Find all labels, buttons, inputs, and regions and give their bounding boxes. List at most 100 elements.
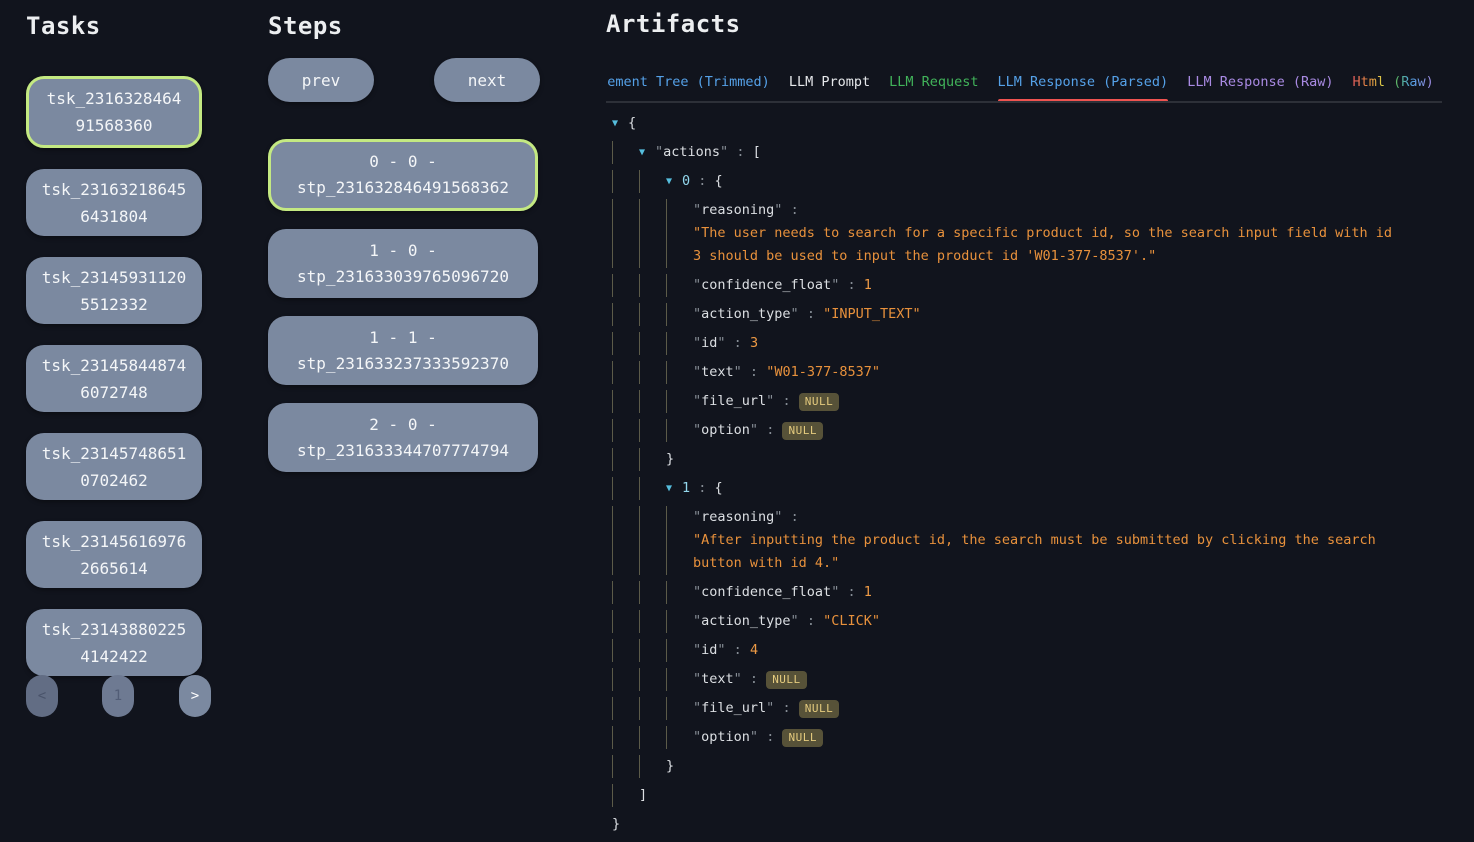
pagination-prev-button[interactable]: <: [26, 675, 58, 717]
json-row: ▼0 : {: [606, 170, 1446, 193]
task-button[interactable]: tsk_231632186456431804: [26, 169, 202, 236]
step-button[interactable]: 1 - 1 -stp_231633237333592370: [268, 316, 538, 385]
json-row-content: "action_type" : "CLICK": [693, 610, 1446, 633]
tasks-panel: Tasks tsk_231632846491568360 tsk_23163218…: [26, 12, 202, 697]
json-row-content: "file_url" : NULL: [693, 697, 1446, 720]
json-row: "text" : "W01-377-8537": [606, 361, 1446, 384]
artifacts-title: Artifacts: [606, 10, 1444, 38]
steps-panel: Steps prev next 0 - 0 -stp_2316328464915…: [268, 12, 540, 490]
indent-guide: [666, 726, 693, 749]
json-row: "confidence_float" : 1: [606, 274, 1446, 297]
json-tree-viewer: ▼{▼"actions" : [▼0 : {"reasoning" : "The…: [606, 112, 1446, 842]
json-string-value: "After inputting the product id, the sea…: [693, 529, 1393, 575]
pagination-next-button[interactable]: >: [179, 675, 211, 717]
json-key: action_type: [701, 613, 790, 629]
step-button[interactable]: 2 - 0 -stp_231633344707774794: [268, 403, 538, 472]
task-button[interactable]: tsk_231457486510702462: [26, 433, 202, 500]
tab-element-tree-trimmed[interactable]: Element Tree (Trimmed): [606, 74, 770, 90]
indent-guide: [612, 170, 639, 193]
indent-guide: [666, 506, 693, 575]
json-row: ]: [606, 784, 1446, 807]
json-row: "option" : NULL: [606, 726, 1446, 749]
json-row: "file_url" : NULL: [606, 697, 1446, 720]
collapse-arrow-icon[interactable]: ▼: [639, 141, 655, 164]
indent-guide: [612, 784, 639, 807]
task-button[interactable]: tsk_231456169762665614: [26, 521, 202, 588]
pagination-page-button[interactable]: 1: [102, 675, 134, 717]
json-key: text: [701, 671, 734, 687]
indent-guide: [612, 141, 639, 164]
indent-guide: [639, 332, 666, 355]
json-row: "text" : NULL: [606, 668, 1446, 691]
step-index-label: 0 - 0 -: [369, 149, 436, 175]
steps-title: Steps: [268, 12, 540, 40]
step-button[interactable]: 1 - 0 -stp_231633039765096720: [268, 229, 538, 298]
step-button[interactable]: 0 - 0 -stp_231632846491568362: [268, 139, 538, 211]
tab-llm-request[interactable]: LLM Request: [889, 74, 978, 90]
indent-guide: [639, 726, 666, 749]
tab-html-raw[interactable]: Html (Raw): [1353, 74, 1434, 90]
tab-llm-prompt[interactable]: LLM Prompt: [789, 74, 870, 90]
indent-guide: [612, 581, 639, 604]
json-row-content: ]: [639, 784, 1446, 807]
json-row-content: "action_type" : "INPUT_TEXT": [693, 303, 1446, 326]
step-id-label: stp_231633344707774794: [297, 438, 509, 464]
indent-guide: [639, 697, 666, 720]
json-row-content: "id" : 4: [693, 639, 1446, 662]
indent-guide: [612, 726, 639, 749]
json-row-content: "actions" : [: [655, 141, 1446, 164]
json-string-value: "The user needs to search for a specific…: [693, 222, 1393, 268]
indent-guide: [612, 390, 639, 413]
json-row: ▼1 : {: [606, 477, 1446, 500]
json-key: id: [701, 335, 717, 351]
indent-guide: [639, 448, 666, 471]
json-key: file_url: [701, 393, 766, 409]
json-row: "action_type" : "INPUT_TEXT": [606, 303, 1446, 326]
task-button[interactable]: tsk_231458448746072748: [26, 345, 202, 412]
indent-guide: [612, 668, 639, 691]
json-key: text: [701, 364, 734, 380]
task-button[interactable]: tsk_231632846491568360: [26, 76, 202, 148]
prev-step-button[interactable]: prev: [268, 58, 374, 102]
null-badge: NULL: [799, 393, 840, 411]
json-row-content: }: [666, 448, 1446, 471]
indent-guide: [612, 755, 639, 778]
json-number-value: 1: [864, 277, 872, 293]
json-row: }: [606, 813, 1446, 836]
indent-guide: [639, 390, 666, 413]
indent-guide: [639, 610, 666, 633]
tasks-title: Tasks: [26, 12, 202, 40]
null-badge: NULL: [782, 422, 823, 440]
indent-guide: [612, 199, 639, 268]
null-badge: NULL: [799, 700, 840, 718]
json-row-content: 1 : {: [682, 477, 1446, 500]
collapse-arrow-icon[interactable]: ▼: [666, 477, 682, 500]
next-step-button[interactable]: next: [434, 58, 540, 102]
json-row-content: "text" : "W01-377-8537": [693, 361, 1446, 384]
json-key: reasoning: [701, 202, 774, 218]
indent-guide: [639, 639, 666, 662]
collapse-arrow-icon[interactable]: ▼: [666, 170, 682, 193]
json-array-index: 1: [682, 480, 690, 496]
indent-guide: [612, 303, 639, 326]
indent-guide: [612, 477, 639, 500]
json-string-value: "CLICK": [823, 613, 880, 629]
task-list: tsk_231632846491568360 tsk_23163218645643…: [26, 76, 202, 676]
json-row-content: "option" : NULL: [693, 419, 1446, 442]
indent-guide: [666, 199, 693, 268]
json-row: "file_url" : NULL: [606, 390, 1446, 413]
tab-llm-response-raw[interactable]: LLM Response (Raw): [1187, 74, 1333, 90]
json-row: ▼"actions" : [: [606, 141, 1446, 164]
json-row-content: }: [666, 755, 1446, 778]
collapse-arrow-icon[interactable]: ▼: [612, 112, 628, 135]
json-row-content: "text" : NULL: [693, 668, 1446, 691]
tab-llm-response-parsed[interactable]: LLM Response (Parsed): [998, 74, 1169, 90]
indent-guide: [666, 361, 693, 384]
null-badge: NULL: [782, 729, 823, 747]
indent-guide: [666, 639, 693, 662]
task-button[interactable]: tsk_231438802254142422: [26, 609, 202, 676]
indent-guide: [666, 390, 693, 413]
json-key: option: [701, 729, 750, 745]
task-button[interactable]: tsk_231459311205512332: [26, 257, 202, 324]
json-row: "confidence_float" : 1: [606, 581, 1446, 604]
